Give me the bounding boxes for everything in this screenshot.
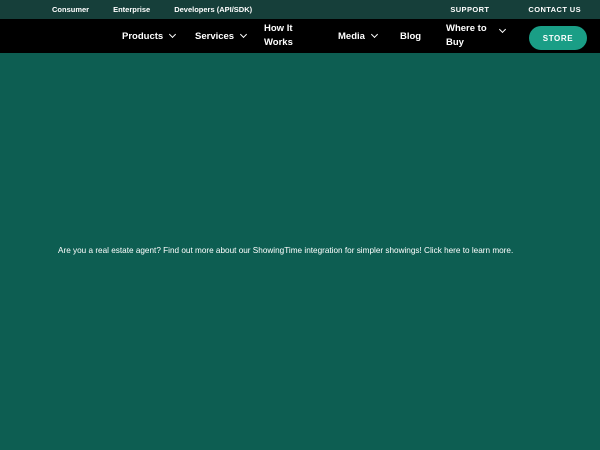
consumer-link[interactable]: Consumer bbox=[52, 5, 89, 14]
chevron-down-icon bbox=[169, 30, 177, 39]
main-nav: Products Services How It Works Media Blo… bbox=[0, 19, 600, 53]
utility-left-links: Consumer Enterprise Developers (API/SDK) bbox=[0, 5, 252, 14]
utility-right-links: SUPPORT CONTACT US bbox=[450, 5, 600, 14]
nav-media-label: Media bbox=[338, 30, 365, 42]
nav-how-it-works[interactable]: How It Works bbox=[264, 19, 308, 53]
developers-link[interactable]: Developers (API/SDK) bbox=[174, 5, 252, 14]
support-link[interactable]: SUPPORT bbox=[450, 5, 489, 14]
nav-services[interactable]: Services bbox=[195, 19, 248, 53]
nav-where-to-buy[interactable]: Where to Buy bbox=[446, 19, 507, 53]
nav-how-it-works-label: How It Works bbox=[264, 23, 293, 48]
contact-us-link[interactable]: CONTACT US bbox=[528, 5, 581, 14]
store-button[interactable]: STORE bbox=[529, 26, 587, 50]
chevron-down-icon bbox=[240, 30, 248, 39]
chevron-down-icon bbox=[498, 25, 507, 34]
nav-products-label: Products bbox=[122, 30, 164, 42]
page: Consumer Enterprise Developers (API/SDK)… bbox=[0, 0, 600, 450]
agent-promo-link[interactable]: Are you a real estate agent? Find out mo… bbox=[0, 246, 600, 255]
chevron-down-icon bbox=[370, 30, 378, 39]
nav-blog[interactable]: Blog bbox=[400, 19, 421, 53]
nav-media[interactable]: Media bbox=[338, 19, 378, 53]
utility-bar: Consumer Enterprise Developers (API/SDK)… bbox=[0, 0, 600, 19]
nav-products[interactable]: Products bbox=[122, 19, 177, 53]
nav-blog-label: Blog bbox=[400, 30, 422, 42]
nav-where-to-buy-label: Where to Buy bbox=[446, 23, 487, 48]
nav-services-label: Services bbox=[195, 30, 235, 42]
enterprise-link[interactable]: Enterprise bbox=[113, 5, 150, 14]
